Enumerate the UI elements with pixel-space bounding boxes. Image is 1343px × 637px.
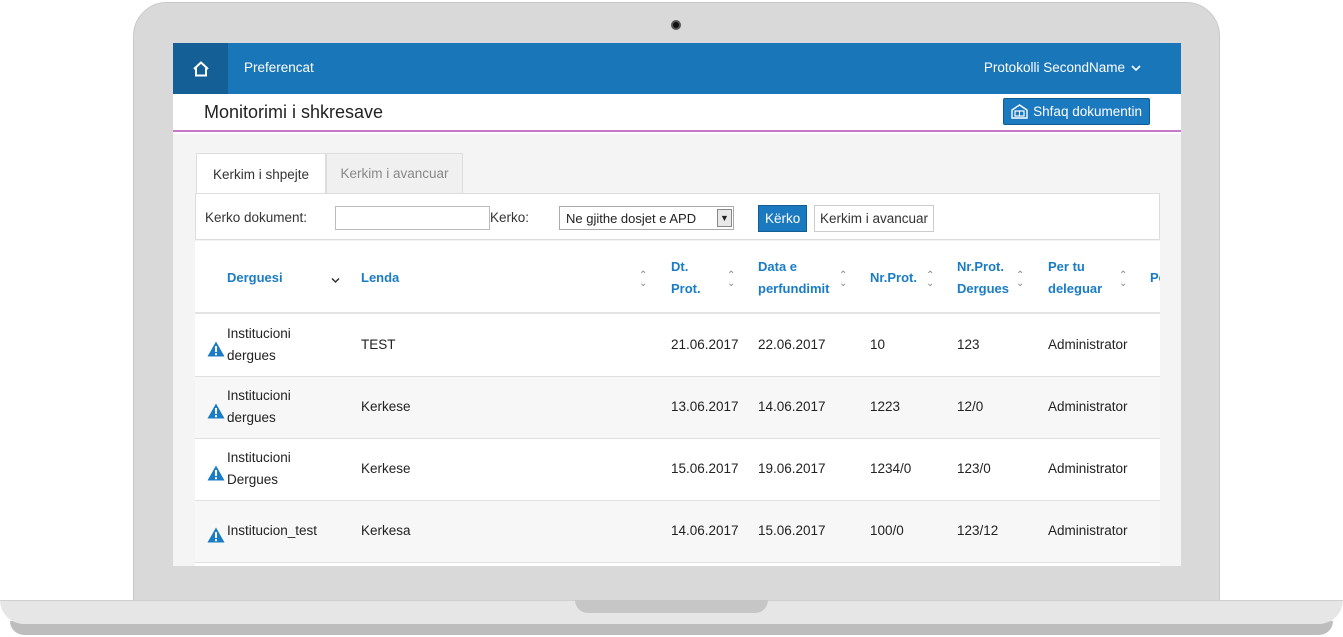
menu-preferences[interactable]: Preferencat [244, 60, 314, 75]
cell-end-date: 22.06.2017 [758, 337, 826, 352]
advanced-search-button[interactable]: Kerkim i avancuar [814, 205, 935, 232]
column-header-protocol-number[interactable]: Nr.Prot. [870, 267, 917, 289]
column-header-truncated[interactable]: Pe [1150, 267, 1160, 289]
cell-protocol-date: 14.06.2017 [671, 523, 739, 538]
column-header-sender[interactable]: Derguesi [227, 267, 283, 289]
table-row[interactable]: Institucioni Dergues Kerkese 15.06.2017 … [195, 439, 1160, 501]
table-row[interactable]: Institucion_test Kerkesa 14.06.2017 15.0… [195, 501, 1160, 563]
cell-sender-protocol-number: 12/0 [957, 399, 984, 414]
top-navigation-bar: Preferencat Protokolli SecondName [173, 43, 1181, 94]
column-header-delegate[interactable]: Per tu deleguar [1048, 256, 1102, 300]
cell-sender: Institucioni dergues [227, 323, 291, 367]
cell-protocol-number: 10 [870, 337, 886, 352]
chevron-down-icon [1131, 64, 1141, 71]
table-row[interactable]: Institucioni dergues Kerkese 13.06.2017 … [195, 377, 1160, 439]
column-header-protocol-date-line1: Dt. [671, 259, 689, 274]
cell-end-date: 19.06.2017 [758, 461, 826, 476]
warning-icon [207, 465, 225, 481]
warning-icon [207, 403, 225, 419]
tab-advanced-search[interactable]: Kerkim i avancuar [326, 153, 463, 194]
user-menu-label: Protokolli SecondName [983, 60, 1125, 75]
column-header-delegate-line2: deleguar [1048, 281, 1103, 296]
search-scope-label: Kerko: [490, 210, 530, 225]
page-header: Monitorimi i shkresave Shfaq dokumentin [173, 94, 1181, 132]
cell-protocol-date: 13.06.2017 [671, 399, 739, 414]
cell-sender-protocol-number: 123/12 [957, 523, 999, 538]
app-screen: Preferencat Protokolli SecondName Monito… [173, 43, 1181, 566]
search-button[interactable]: Kërko [758, 205, 808, 232]
camera-icon [671, 20, 681, 30]
document-view-icon [1011, 104, 1028, 119]
column-header-sender-protocol-line2: Dergues [957, 281, 1010, 296]
home-button[interactable] [173, 43, 228, 94]
dropdown-arrow-icon[interactable]: ▼ [717, 209, 732, 227]
column-header-subject[interactable]: Lenda [361, 267, 399, 289]
warning-icon [207, 341, 225, 357]
table-row[interactable]: Institucioni dergues TEST 21.06.2017 22.… [195, 315, 1160, 377]
cell-sender-line2: Dergues [227, 472, 279, 487]
search-scope-select[interactable]: Ne gjithe dosjet e APD ▼ [559, 206, 734, 230]
search-scope-value: Ne gjithe dosjet e APD [566, 210, 697, 226]
user-menu[interactable]: Protokolli SecondName [984, 60, 1141, 75]
table-header: Derguesi Lenda ⌃ ⌄ Dt. Prot. ⌃ ⌄ Data e pe… [195, 241, 1160, 314]
column-header-end-date[interactable]: Data e perfundimit [758, 256, 830, 300]
cell-protocol-date: 21.06.2017 [671, 337, 739, 352]
cell-delegate: Administrator [1048, 523, 1128, 538]
show-document-button[interactable]: Shfaq dokumentin [1003, 98, 1150, 125]
cell-sender-protocol-number: 123 [957, 337, 980, 352]
cell-sender-line1: Institucioni [227, 326, 291, 341]
column-header-protocol-date-line2: Prot. [671, 281, 701, 296]
column-header-end-date-line1: Data e [758, 259, 798, 274]
cell-subject: Kerkese [361, 461, 411, 476]
cell-sender-line1: Institucioni [227, 388, 291, 403]
cell-subject: TEST [361, 337, 396, 352]
sort-icon[interactable]: ⌃ ⌄ [727, 271, 735, 289]
cell-protocol-number: 100/0 [870, 523, 904, 538]
sort-icon[interactable]: ⌃ ⌄ [1016, 271, 1024, 289]
warning-icon [207, 527, 225, 543]
search-panel: Kerko dokument: Kerko: Ne gjithe dosjet … [195, 193, 1160, 240]
chevron-down-icon[interactable] [331, 277, 340, 284]
documents-table: Derguesi Lenda ⌃ ⌄ Dt. Prot. ⌃ ⌄ Data e pe… [195, 241, 1160, 566]
page-title: Monitorimi i shkresave [204, 102, 384, 122]
column-header-end-date-line2: perfundimit [758, 281, 830, 296]
sort-icon[interactable]: ⌃ ⌄ [639, 271, 647, 289]
cell-subject: Kerkesa [361, 523, 411, 538]
column-header-delegate-line1: Per tu [1048, 259, 1085, 274]
sort-icon[interactable]: ⌃ ⌄ [1119, 271, 1127, 289]
cell-sender-line1: Institucioni [227, 450, 291, 465]
column-header-sender-protocol-number[interactable]: Nr.Prot. Dergues [957, 256, 1009, 300]
cell-protocol-date: 15.06.2017 [671, 461, 739, 476]
sort-icon[interactable]: ⌃ ⌄ [839, 271, 847, 289]
cell-end-date: 15.06.2017 [758, 523, 826, 538]
cell-end-date: 14.06.2017 [758, 399, 826, 414]
column-header-sender-protocol-line1: Nr.Prot. [957, 259, 1004, 274]
laptop-notch [575, 600, 768, 613]
column-header-protocol-date[interactable]: Dt. Prot. [671, 256, 701, 300]
document-search-input[interactable] [335, 206, 490, 230]
cell-sender: Institucion_test [227, 523, 318, 538]
cell-subject: Kerkese [361, 399, 411, 414]
cell-delegate: Administrator [1048, 461, 1128, 476]
sort-icon[interactable]: ⌃ ⌄ [926, 271, 934, 289]
cell-sender: Institucioni dergues [227, 385, 291, 429]
cell-sender-line2: dergues [227, 410, 276, 425]
cell-protocol-number: 1223 [870, 399, 901, 414]
document-search-label: Kerko dokument: [205, 210, 308, 225]
cell-delegate: Administrator [1048, 337, 1128, 352]
cell-protocol-number: 1234/0 [870, 461, 912, 476]
cell-sender-line2: dergues [227, 348, 276, 363]
show-document-label: Shfaq dokumentin [1033, 104, 1142, 119]
cell-sender: Institucioni Dergues [227, 447, 291, 491]
cell-delegate: Administrator [1048, 399, 1128, 414]
cell-sender-protocol-number: 123/0 [957, 461, 991, 476]
tab-quick-search[interactable]: Kerkim i shpejte [196, 153, 326, 194]
home-icon [192, 60, 209, 76]
